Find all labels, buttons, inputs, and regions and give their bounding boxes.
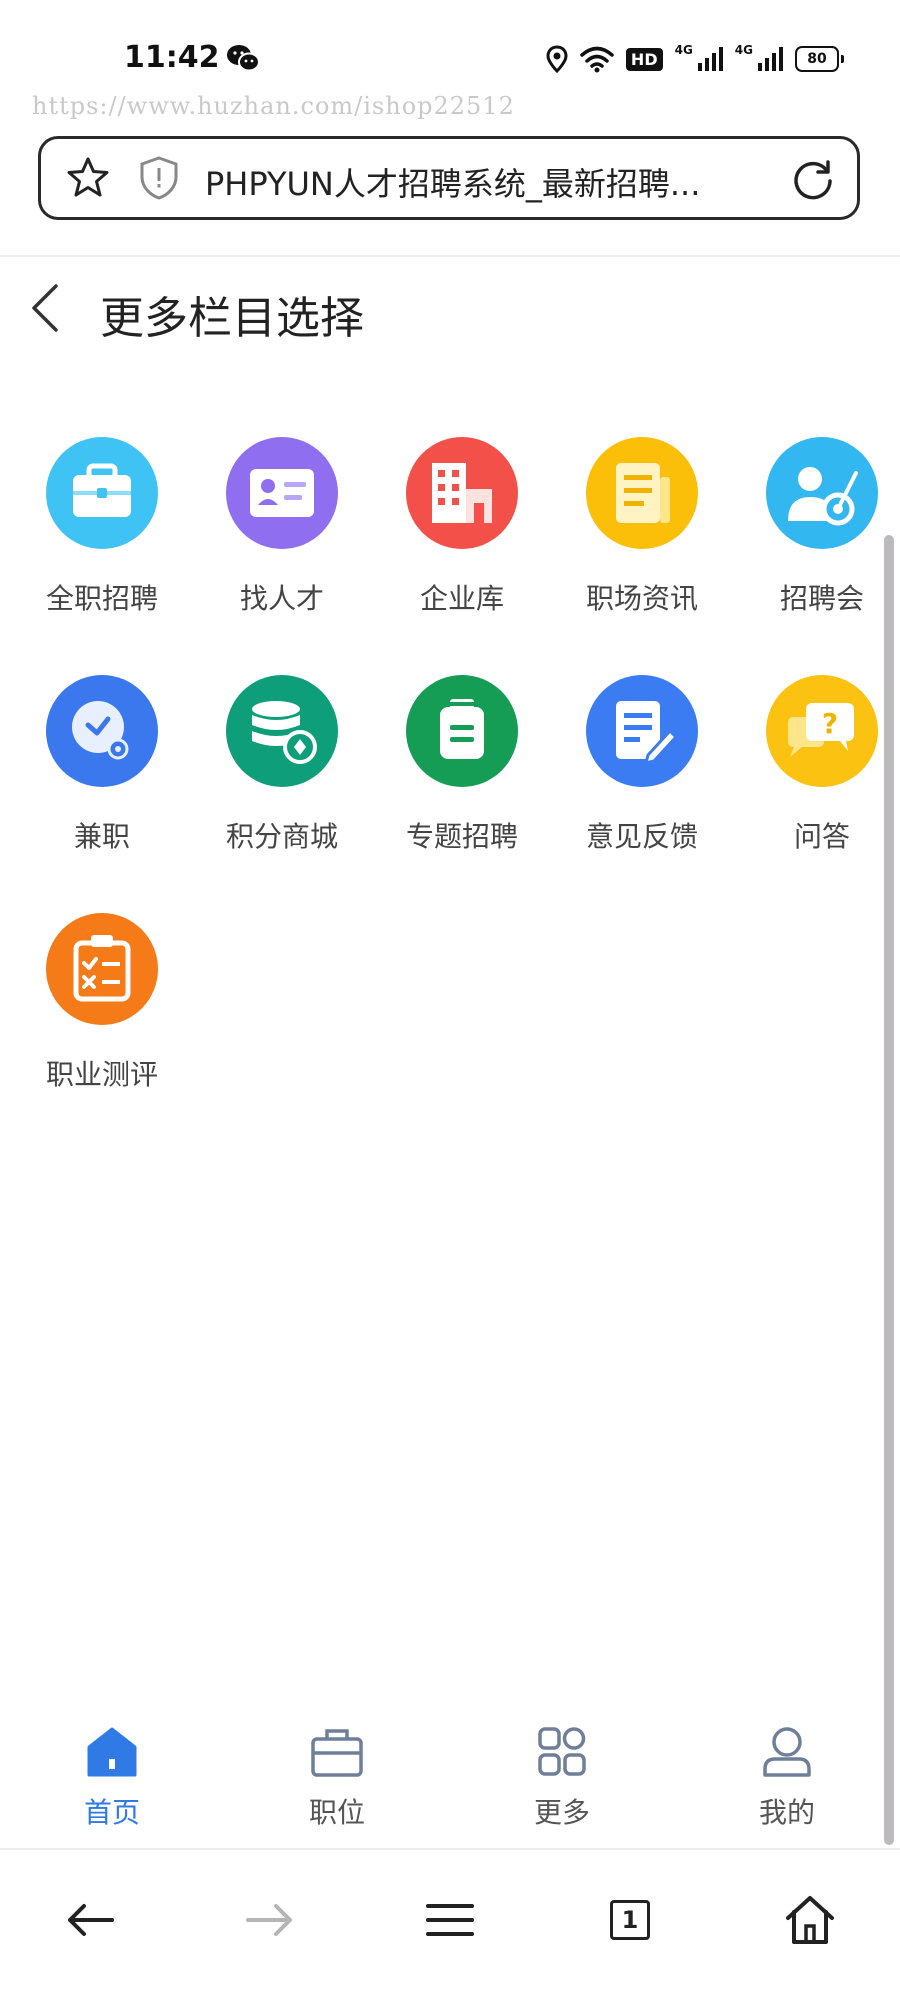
browser-nav-bar: 1 [0, 1850, 900, 2000]
tab-label: 更多 [533, 1796, 590, 1829]
tab-label: 职位 [308, 1796, 365, 1829]
home-icon [87, 1727, 137, 1777]
forward-arrow-icon[interactable] [240, 1890, 300, 1950]
tab-label: 我的 [758, 1796, 815, 1829]
person-target-icon [766, 437, 878, 549]
tab-jobs[interactable]: 职位 [277, 1725, 397, 1845]
id-card-icon [226, 437, 338, 549]
wifi-icon [580, 46, 614, 73]
briefcase-icon [46, 437, 158, 549]
grid-label: 职场资讯 [585, 582, 698, 615]
grid-label: 招聘会 [779, 582, 864, 615]
watermark: https://www.huzhan.com/ishop22512 [32, 92, 515, 120]
grid-label: 问答 [793, 820, 850, 853]
grid-item-points-mall[interactable]: 积分商城 [182, 675, 362, 875]
tab-label: 首页 [83, 1796, 140, 1829]
address-bar[interactable]: PHPYUN人才招聘系统_最新招聘... [38, 136, 860, 220]
star-icon[interactable] [65, 155, 111, 201]
tab-more[interactable]: 更多 [502, 1725, 622, 1845]
tabs-button[interactable]: 1 [600, 1890, 660, 1950]
status-time: 11:42 [124, 40, 220, 75]
grid-item-job-fair[interactable]: 招聘会 [722, 437, 900, 637]
network-label-2: 4G [734, 43, 753, 57]
battery-indicator: 80 [795, 46, 844, 72]
grid-item-fulltime-jobs[interactable]: 全职招聘 [2, 437, 182, 637]
grid-label: 企业库 [419, 582, 504, 615]
location-icon [546, 45, 568, 73]
reload-icon[interactable] [791, 157, 835, 201]
grid-item-career-assessment[interactable]: 职业测评 [2, 913, 182, 1113]
svg-text:?: ? [822, 707, 838, 740]
battery-level: 80 [795, 46, 839, 72]
checklist-icon [46, 913, 158, 1025]
grid-item-career-news[interactable]: 职场资讯 [542, 437, 722, 637]
grid-label: 职业测评 [45, 1058, 158, 1091]
signal-icon [697, 47, 723, 71]
shield-icon[interactable] [137, 155, 181, 201]
tab-home[interactable]: 首页 [52, 1725, 172, 1845]
tabs-count: 1 [610, 1900, 650, 1940]
network-label-1: 4G [674, 43, 693, 57]
grid-item-feedback[interactable]: 意见反馈 [542, 675, 722, 875]
grid-label: 找人才 [239, 582, 324, 615]
divider [0, 255, 900, 257]
menu-icon[interactable] [420, 1890, 480, 1950]
grid-label: 全职招聘 [45, 582, 158, 615]
grid-item-part-time[interactable]: 兼职 [2, 675, 182, 875]
bottom-tab-bar: 首页 职位 更多 我的 [0, 1725, 900, 1845]
grid-icon [538, 1727, 586, 1776]
coin-database-icon [226, 675, 338, 787]
grid-label: 专题招聘 [405, 820, 518, 853]
wechat-icon [227, 45, 260, 72]
url-title[interactable]: PHPYUN人才招聘系统_最新招聘... [205, 159, 700, 205]
back-arrow-icon[interactable] [60, 1890, 120, 1950]
grid-label: 积分商城 [225, 820, 338, 853]
clipboard-icon [406, 675, 518, 787]
question-chat-icon: ? [766, 675, 878, 787]
user-icon [763, 1727, 811, 1777]
hd-badge: HD [625, 47, 663, 71]
page-header: 更多栏目选择 [0, 262, 900, 358]
grid-label: 意见反馈 [585, 820, 698, 853]
grid-item-company-library[interactable]: 企业库 [362, 437, 542, 637]
grid-label: 兼职 [73, 820, 130, 853]
grid-item-qa[interactable]: ? 问答 [722, 675, 900, 875]
page-title: 更多栏目选择 [100, 293, 364, 344]
grid-item-find-talent[interactable]: 找人才 [182, 437, 362, 637]
building-icon [406, 437, 518, 549]
home-outline-icon[interactable] [780, 1890, 840, 1950]
edit-document-icon [586, 675, 698, 787]
clock-icon [46, 675, 158, 787]
newspaper-icon [586, 437, 698, 549]
back-chevron-icon[interactable] [26, 280, 62, 336]
signal-icon [758, 47, 783, 71]
grid-item-special-recruitment[interactable]: 专题招聘 [362, 675, 542, 875]
briefcase-outline-icon [311, 1729, 363, 1777]
tab-mine[interactable]: 我的 [727, 1725, 847, 1845]
